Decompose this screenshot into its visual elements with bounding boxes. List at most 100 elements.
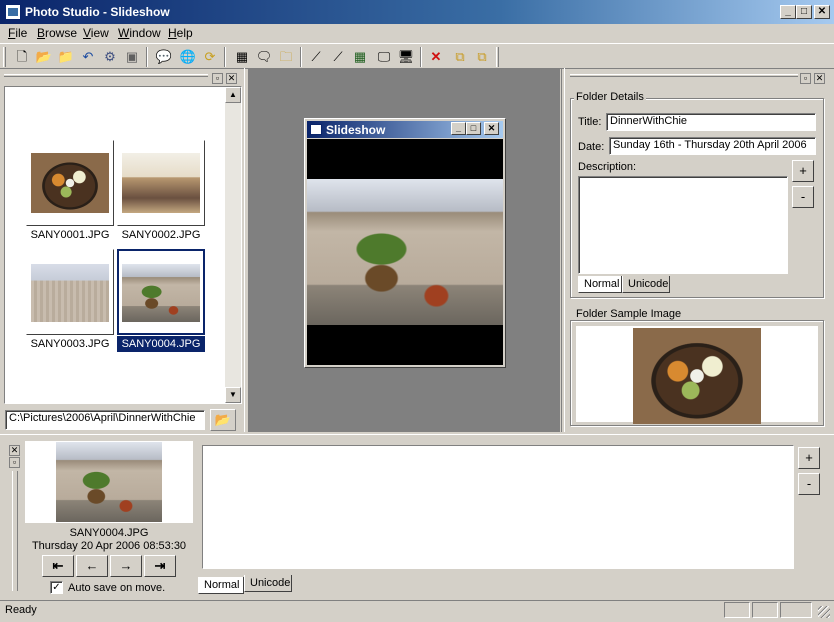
tab-unicode[interactable]: Unicode xyxy=(622,276,670,293)
menu-window[interactable]: Window xyxy=(118,26,161,40)
open-file-icon[interactable]: 📁 xyxy=(56,47,76,67)
scroll-down-icon[interactable]: ▼ xyxy=(225,387,241,403)
description-remove-button[interactable]: - xyxy=(792,186,814,208)
title-label: Title: xyxy=(578,116,602,128)
bottom-restore-icon[interactable]: ▫ xyxy=(9,457,20,468)
toolbar-grip[interactable] xyxy=(3,47,6,67)
thumbnail-scrollbar[interactable]: ▲ ▼ xyxy=(225,87,241,403)
thumbnail-item[interactable]: SANY0001.JPG xyxy=(26,140,114,246)
left-splitter[interactable] xyxy=(244,68,247,432)
save-icon[interactable]: ▣ xyxy=(122,47,142,67)
slideshow-minimize-button[interactable]: _ xyxy=(451,122,466,135)
preview-datetime: Thursday 20 Apr 2006 08:53:30 xyxy=(31,540,187,552)
status-bar: Ready xyxy=(0,600,834,622)
preview-frame xyxy=(25,441,193,523)
browser-grip[interactable] xyxy=(4,74,208,77)
menu-browse[interactable]: Browse xyxy=(37,26,77,40)
toolbar: 🗋 📂 📁 ↶ ⚙ ▣ 💬 🌐 ⟳ ▦ 🗨 🗀 ⟋ ⟋ ▦ 🖵 🖥 ✕ ⧉ ⧉ xyxy=(0,43,834,69)
autosave-checkbox[interactable]: ✓ xyxy=(50,581,63,594)
folder-comment-icon[interactable]: 🗀 xyxy=(276,47,296,67)
toolbar-end-grip xyxy=(496,47,499,67)
notes-tab-unicode[interactable]: Unicode xyxy=(244,575,292,592)
notes-tab-normal[interactable]: Normal xyxy=(198,577,244,594)
notes-remove-button[interactable]: - xyxy=(798,473,820,495)
browser-close-icon[interactable]: ✕ xyxy=(226,73,237,84)
notes-add-button[interactable]: + xyxy=(798,447,820,469)
details-restore-icon[interactable]: ▫ xyxy=(800,73,811,84)
slideshow-maximize-button[interactable]: □ xyxy=(466,122,481,135)
status-cell xyxy=(752,602,778,618)
thumbnail-label: SANY0001.JPG xyxy=(30,229,110,241)
comment-icon[interactable]: 💬 xyxy=(154,47,174,67)
slideshow-icon[interactable]: 🖵 xyxy=(374,47,394,67)
status-cell xyxy=(780,602,812,618)
browser-panel: ▫ ✕ ▲ ▼ SANY0001.JPG SANY0002.JPG SANY00… xyxy=(0,70,244,432)
new-document-icon[interactable]: 🗋 xyxy=(12,47,32,67)
title-bar: Photo Studio - Slideshow _ □ ✕ xyxy=(0,0,834,24)
details-close-icon[interactable]: ✕ xyxy=(814,73,825,84)
next-image-button[interactable]: → xyxy=(110,555,142,577)
slideshow-area: Slideshow _ □ ✕ xyxy=(248,68,560,432)
description-label: Description: xyxy=(578,161,637,173)
slideshow-close-button[interactable]: ✕ xyxy=(484,122,499,135)
preview-filename: SANY0004.JPG xyxy=(69,527,149,539)
browse-folder-button[interactable]: 📂 xyxy=(210,409,236,431)
menu-help[interactable]: Help xyxy=(168,26,193,40)
browser-restore-icon[interactable]: ▫ xyxy=(212,73,223,84)
status-cell xyxy=(724,602,750,618)
description-add-button[interactable]: + xyxy=(792,160,814,182)
previous-image-button[interactable]: ← xyxy=(76,555,108,577)
folder-path-input[interactable]: C:\Pictures\2006\April\DinnerWithChie xyxy=(5,410,205,430)
menu-view[interactable]: View xyxy=(83,26,109,40)
date-field[interactable]: Sunday 16th - Thursday 20th April 2006 xyxy=(609,137,816,155)
undo-icon[interactable]: ↶ xyxy=(78,47,98,67)
thumbnail-area: ▲ ▼ SANY0001.JPG SANY0002.JPG SANY0003.J… xyxy=(4,86,242,404)
details-grip[interactable] xyxy=(570,74,798,77)
thumbnail-item[interactable]: SANY0002.JPG xyxy=(117,140,205,246)
title-field[interactable]: DinnerWithChie xyxy=(606,113,816,131)
scroll-up-icon[interactable]: ▲ xyxy=(225,87,241,103)
magic-wand-icon[interactable]: ⟋ xyxy=(306,47,326,67)
xml-wand-icon[interactable]: ⟋ xyxy=(328,47,348,67)
window-title: Photo Studio - Slideshow xyxy=(25,5,170,19)
grid-icon[interactable]: ▦ xyxy=(350,47,370,67)
paste-icon[interactable]: ⧉ xyxy=(472,47,492,67)
open-folder-icon[interactable]: 📂 xyxy=(34,47,54,67)
toolbar-separator xyxy=(420,47,422,67)
speech-icon[interactable]: 🗨 xyxy=(254,47,274,67)
menu-file[interactable]: File xyxy=(8,26,27,40)
toolbar-separator xyxy=(146,47,148,67)
toolbar-separator xyxy=(224,47,226,67)
menu-bar: File Browse View Window Help xyxy=(0,24,834,42)
date-label: Date: xyxy=(578,141,605,153)
delete-icon[interactable]: ✕ xyxy=(426,47,446,67)
monitor-icon[interactable]: 🖥 xyxy=(396,47,416,67)
right-splitter[interactable] xyxy=(561,68,565,432)
refresh-icon[interactable]: ⟳ xyxy=(200,47,220,67)
thumbnails-icon[interactable]: ▦ xyxy=(232,47,252,67)
bottom-grip[interactable] xyxy=(12,471,18,591)
slideshow-image xyxy=(307,179,503,325)
thumbnail-item[interactable]: SANY0003.JPG xyxy=(26,249,114,355)
tab-normal[interactable]: Normal xyxy=(578,276,622,293)
close-button[interactable]: ✕ xyxy=(814,5,830,19)
slideshow-titlebar: Slideshow _ □ ✕ xyxy=(307,121,503,138)
details-panel: ▫ ✕ Folder Details Title: DinnerWithChie… xyxy=(566,70,834,432)
status-text: Ready xyxy=(5,604,37,616)
maximize-button[interactable]: □ xyxy=(796,5,812,19)
bottom-panel: ✕ ▫ SANY0004.JPG Thursday 20 Apr 2006 08… xyxy=(0,434,834,600)
first-icon: ⇤ xyxy=(52,558,64,573)
first-image-button[interactable]: ⇤ xyxy=(42,555,74,577)
minimize-button[interactable]: _ xyxy=(780,5,796,19)
toolbar-separator xyxy=(300,47,302,67)
description-textarea[interactable] xyxy=(578,176,788,274)
settings-icon[interactable]: ⚙ xyxy=(100,47,120,67)
globe-icon[interactable]: 🌐 xyxy=(178,47,198,67)
thumbnail-item-selected[interactable]: SANY0004.JPG xyxy=(117,249,205,355)
bottom-close-icon[interactable]: ✕ xyxy=(9,445,20,456)
notes-textarea[interactable] xyxy=(202,445,794,569)
copy-icon[interactable]: ⧉ xyxy=(450,47,470,67)
last-image-button[interactable]: ⇥ xyxy=(144,555,176,577)
folder-sample-frame xyxy=(576,326,818,424)
resize-grip-icon[interactable] xyxy=(818,606,830,618)
